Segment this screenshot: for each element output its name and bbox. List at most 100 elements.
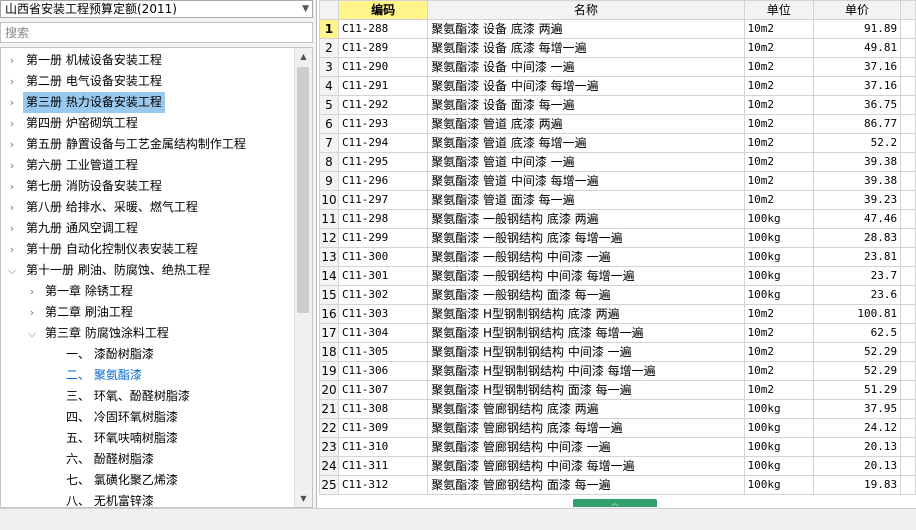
price-cell[interactable]: 52.29 [812, 342, 902, 362]
code-cell[interactable]: C11-308 [337, 399, 429, 419]
code-cell[interactable]: C11-309 [337, 418, 429, 438]
row-number-cell[interactable]: 24 [319, 456, 339, 476]
row-number-cell[interactable]: 15 [319, 285, 339, 305]
unit-cell[interactable]: 10m2 [743, 76, 814, 96]
name-cell[interactable]: 聚氨酯漆 一般钢结构 底漆 两遍 [427, 209, 745, 229]
name-cell[interactable]: 聚氨酯漆 管廊钢结构 中间漆 每增一遍 [427, 456, 745, 476]
code-cell[interactable]: C11-306 [337, 361, 429, 381]
row-number-cell[interactable]: 17 [319, 323, 339, 343]
table-row[interactable]: 2 C11-289 聚氨酯漆 设备 底漆 每增一遍 10m2 49.81 [319, 38, 916, 58]
quota-library-select[interactable]: 山西省安装工程预算定额(2011) ▼ [0, 0, 313, 18]
tree-item[interactable]: › 第五册 静置设备与工艺金属结构制作工程 [1, 134, 294, 155]
code-cell[interactable]: C11-290 [337, 57, 429, 77]
code-cell[interactable]: C11-288 [337, 19, 429, 39]
chevron-right-icon[interactable]: › [5, 176, 19, 197]
scroll-down-icon[interactable]: ▼ [295, 490, 312, 507]
name-cell[interactable]: 聚氨酯漆 管廊钢结构 底漆 两遍 [427, 399, 745, 419]
unit-cell[interactable]: 10m2 [743, 171, 814, 191]
price-cell[interactable]: 24.12 [812, 418, 902, 438]
unit-cell[interactable]: 10m2 [743, 19, 814, 39]
tree-item[interactable]: 六、 酚醛树脂漆 [1, 449, 294, 470]
row-number-cell[interactable]: 2 [319, 38, 339, 58]
price-cell[interactable]: 91.89 [812, 19, 902, 39]
row-number-cell[interactable]: 23 [319, 437, 339, 457]
table-row[interactable]: 13 C11-300 聚氨酯漆 一般钢结构 中间漆 一遍 100kg 23.81 [319, 247, 916, 267]
name-cell[interactable]: 聚氨酯漆 H型钢制钢结构 底漆 每增一遍 [427, 323, 745, 343]
panel-splitter[interactable]: ︿ [573, 499, 657, 507]
unit-column-header[interactable]: 单位 [743, 0, 814, 20]
row-number-cell[interactable]: 6 [319, 114, 339, 134]
table-row[interactable]: 23 C11-310 聚氨酯漆 管廊钢结构 中间漆 一遍 100kg 20.13 [319, 437, 916, 457]
tree-item[interactable]: › 第十册 自动化控制仪表安装工程 [1, 239, 294, 260]
chevron-right-icon[interactable]: › [5, 113, 19, 134]
row-number-cell[interactable]: 11 [319, 209, 339, 229]
table-row[interactable]: 6 C11-293 聚氨酯漆 管道 底漆 两遍 10m2 86.77 [319, 114, 916, 134]
price-cell[interactable]: 23.81 [812, 247, 902, 267]
name-cell[interactable]: 聚氨酯漆 管道 中间漆 一遍 [427, 152, 745, 172]
code-cell[interactable]: C11-307 [337, 380, 429, 400]
row-number-cell[interactable]: 20 [319, 380, 339, 400]
table-row[interactable]: 7 C11-294 聚氨酯漆 管道 底漆 每增一遍 10m2 52.2 [319, 133, 916, 153]
name-cell[interactable]: 聚氨酯漆 H型钢制钢结构 中间漆 每增一遍 [427, 361, 745, 381]
row-number-cell[interactable]: 22 [319, 418, 339, 438]
name-cell[interactable]: 聚氨酯漆 管道 底漆 每增一遍 [427, 133, 745, 153]
table-row[interactable]: 16 C11-303 聚氨酯漆 H型钢制钢结构 底漆 两遍 10m2 100.81 [319, 304, 916, 324]
tree-item[interactable]: 五、 环氧呋喃树脂漆 [1, 428, 294, 449]
scroll-thumb[interactable] [297, 67, 309, 313]
tree-item[interactable]: › 第八册 给排水、采暖、燃气工程 [1, 197, 294, 218]
row-number-cell[interactable]: 3 [319, 57, 339, 77]
chevron-right-icon[interactable]: › [5, 50, 19, 71]
row-number-cell[interactable]: 10 [319, 190, 339, 210]
tree-item[interactable]: › 第二册 电气设备安装工程 [1, 71, 294, 92]
table-row[interactable]: 18 C11-305 聚氨酯漆 H型钢制钢结构 中间漆 一遍 10m2 52.29 [319, 342, 916, 362]
unit-cell[interactable]: 10m2 [743, 304, 814, 324]
name-column-header[interactable]: 名称 [427, 0, 745, 20]
price-cell[interactable]: 23.6 [812, 285, 902, 305]
chevron-right-icon[interactable]: › [5, 239, 19, 260]
chevron-down-icon[interactable]: ⌵ [5, 260, 19, 281]
price-column-header[interactable]: 单价 [812, 0, 902, 20]
tree-item[interactable]: › 第三册 热力设备安装工程 [1, 92, 294, 113]
table-row[interactable]: 22 C11-309 聚氨酯漆 管廊钢结构 底漆 每增一遍 100kg 24.12 [319, 418, 916, 438]
code-cell[interactable]: C11-291 [337, 76, 429, 96]
unit-cell[interactable]: 100kg [743, 266, 814, 286]
price-cell[interactable]: 37.16 [812, 57, 902, 77]
row-number-cell[interactable]: 21 [319, 399, 339, 419]
price-cell[interactable]: 52.2 [812, 133, 902, 153]
unit-cell[interactable]: 10m2 [743, 361, 814, 381]
chevron-right-icon[interactable]: › [5, 218, 19, 239]
code-column-header[interactable]: 编码 [337, 0, 429, 20]
unit-cell[interactable]: 10m2 [743, 152, 814, 172]
tree-item[interactable]: › 第七册 消防设备安装工程 [1, 176, 294, 197]
tree-item[interactable]: 一、 漆酚树脂漆 [1, 344, 294, 365]
code-cell[interactable]: C11-310 [337, 437, 429, 457]
name-cell[interactable]: 聚氨酯漆 H型钢制钢结构 底漆 两遍 [427, 304, 745, 324]
row-number-cell[interactable]: 25 [319, 475, 339, 495]
table-row[interactable]: 9 C11-296 聚氨酯漆 管道 中间漆 每增一遍 10m2 39.38 [319, 171, 916, 191]
code-cell[interactable]: C11-295 [337, 152, 429, 172]
name-cell[interactable]: 聚氨酯漆 设备 底漆 两遍 [427, 19, 745, 39]
unit-cell[interactable]: 10m2 [743, 114, 814, 134]
price-cell[interactable]: 49.81 [812, 38, 902, 58]
table-row[interactable]: 25 C11-312 聚氨酯漆 管廊钢结构 面漆 每一遍 100kg 19.83 [319, 475, 916, 495]
price-cell[interactable]: 36.75 [812, 95, 902, 115]
code-cell[interactable]: C11-312 [337, 475, 429, 495]
name-cell[interactable]: 聚氨酯漆 管道 底漆 两遍 [427, 114, 745, 134]
chevron-down-icon[interactable]: ▼ [302, 2, 309, 17]
tree-item[interactable]: 二、 聚氨酯漆 [1, 365, 294, 386]
row-number-cell[interactable]: 7 [319, 133, 339, 153]
unit-cell[interactable]: 100kg [743, 437, 814, 457]
unit-cell[interactable]: 10m2 [743, 38, 814, 58]
name-cell[interactable]: 聚氨酯漆 设备 面漆 每一遍 [427, 95, 745, 115]
unit-cell[interactable]: 10m2 [743, 133, 814, 153]
chevron-right-icon[interactable]: › [5, 155, 19, 176]
code-cell[interactable]: C11-298 [337, 209, 429, 229]
price-cell[interactable]: 20.13 [812, 437, 902, 457]
unit-cell[interactable]: 100kg [743, 456, 814, 476]
chevron-right-icon[interactable]: › [5, 134, 19, 155]
name-cell[interactable]: 聚氨酯漆 一般钢结构 中间漆 每增一遍 [427, 266, 745, 286]
row-number-cell[interactable]: 12 [319, 228, 339, 248]
row-number-cell[interactable]: 19 [319, 361, 339, 381]
chevron-right-icon[interactable]: › [25, 281, 39, 302]
tree-item[interactable]: › 第一章 除锈工程 [1, 281, 294, 302]
